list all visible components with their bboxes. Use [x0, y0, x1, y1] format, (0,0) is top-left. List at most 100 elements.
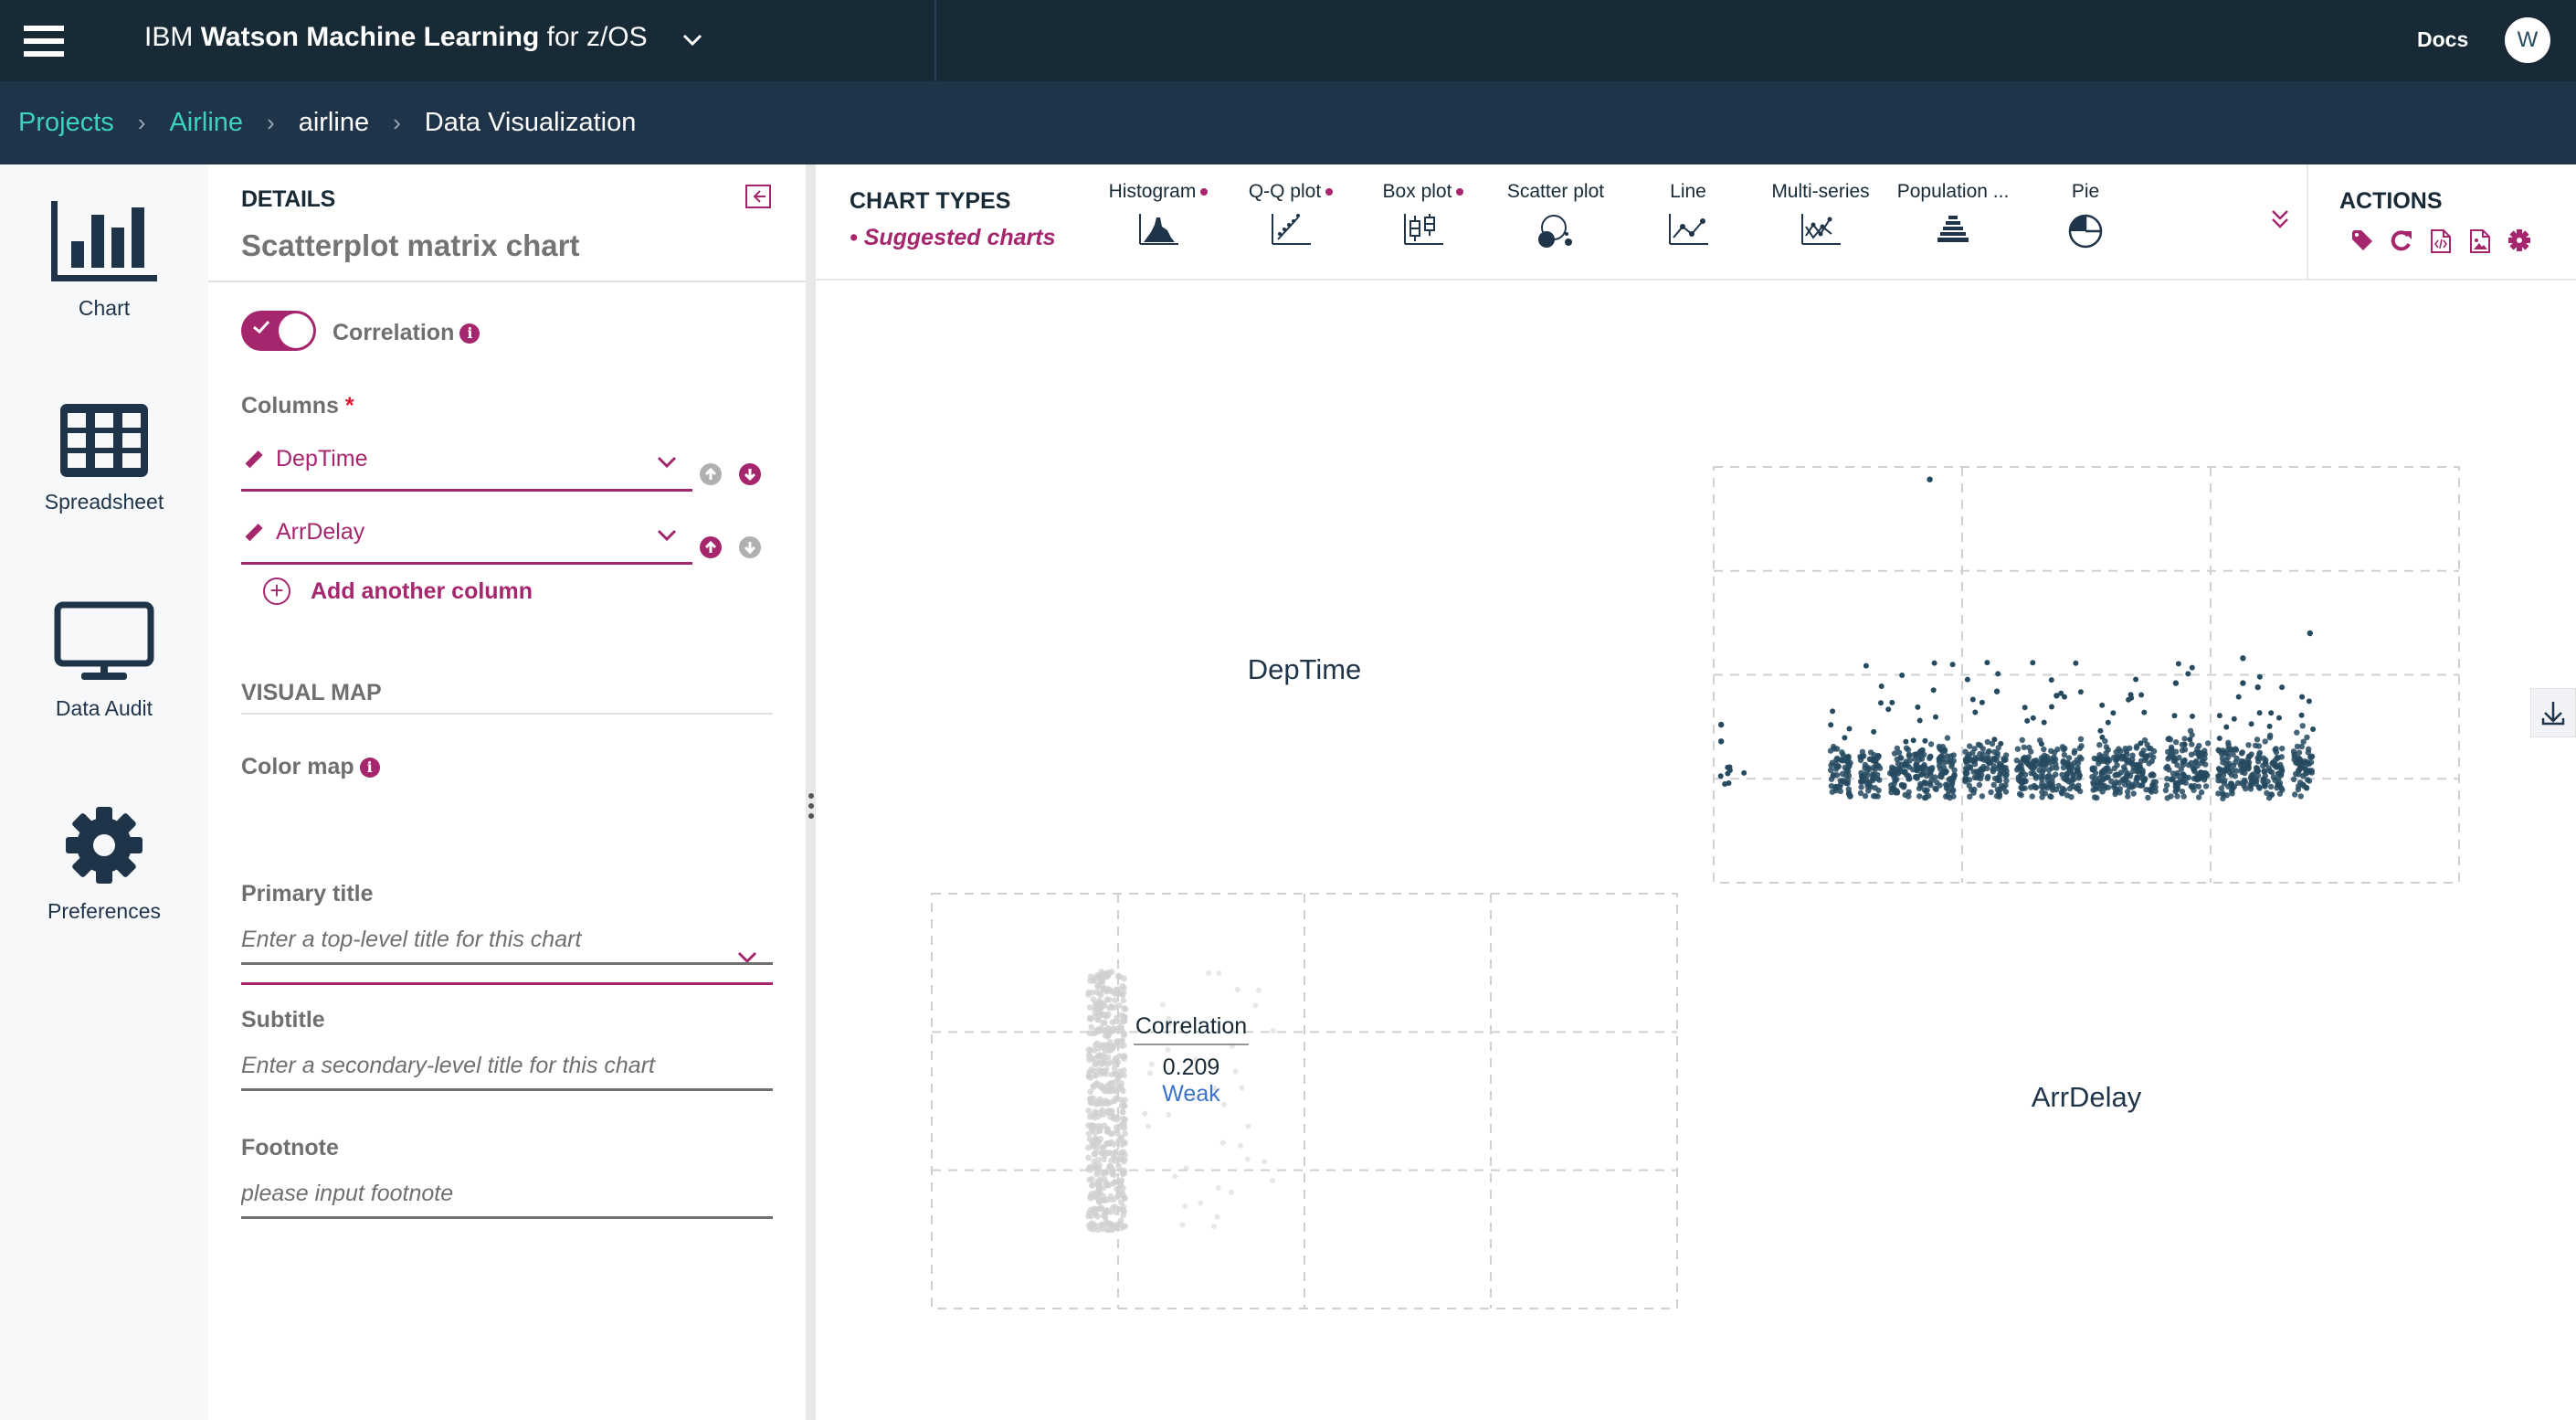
collapse-panel-button[interactable] — [745, 185, 771, 208]
footnote-field[interactable] — [241, 1168, 773, 1219]
column-value: DepTime — [276, 446, 368, 472]
pie-chart-icon — [2068, 214, 2103, 249]
breadcrumb-separator-icon: › — [393, 109, 401, 136]
primary-title-input[interactable] — [241, 914, 773, 953]
data-point-faded — [1107, 1046, 1114, 1054]
chart-type-histogram[interactable]: Histogram — [1094, 181, 1222, 245]
column-select-deptime[interactable]: DepTime — [241, 439, 692, 492]
chart-type-qq-plot[interactable]: Q-Q plot — [1227, 181, 1355, 245]
chart-type-population-pyramid[interactable]: Population ... — [1889, 181, 2017, 245]
correlation-annotation: Correlation 0.209 Weak — [1134, 1013, 1249, 1107]
suggested-charts-legend: • Suggested charts — [850, 225, 1056, 250]
data-point — [1937, 745, 1943, 752]
data-point — [2303, 784, 2309, 791]
data-point-faded — [1111, 1154, 1117, 1161]
data-point — [2138, 740, 2144, 747]
subtitle-input[interactable] — [241, 1040, 773, 1079]
add-column-button[interactable]: + Add another column — [263, 578, 533, 605]
primary-title-field[interactable] — [241, 914, 773, 965]
data-point — [2030, 660, 2036, 666]
move-up-button[interactable] — [700, 536, 722, 558]
avatar[interactable]: W — [2505, 17, 2550, 63]
chart-type-line[interactable]: Line — [1624, 181, 1752, 245]
move-down-button[interactable] — [739, 463, 761, 485]
data-point — [2294, 743, 2301, 750]
data-point — [2041, 746, 2047, 753]
data-point-faded — [1120, 1087, 1126, 1095]
data-point-faded — [1103, 1181, 1111, 1188]
chevron-down-icon[interactable] — [680, 27, 705, 53]
data-point — [1875, 753, 1882, 759]
panel-resize-handle[interactable] — [806, 164, 816, 1420]
data-point — [1974, 774, 1980, 781]
data-point-faded — [1085, 1122, 1092, 1129]
data-point — [1862, 761, 1869, 768]
data-point — [2235, 694, 2242, 700]
data-point — [2089, 774, 2096, 780]
data-point — [2264, 789, 2270, 796]
data-point — [1831, 746, 1838, 752]
data-point-faded — [1122, 1005, 1129, 1012]
data-point — [1937, 773, 1944, 779]
data-point — [2138, 750, 2145, 757]
data-point-faded — [1270, 1028, 1276, 1034]
data-point-faded — [1087, 1015, 1094, 1023]
breadcrumb-airline-project[interactable]: Airline — [169, 108, 243, 138]
data-point-outlier — [2172, 680, 2180, 686]
data-point — [1876, 777, 1883, 783]
hamburger-icon[interactable] — [24, 26, 64, 57]
data-point-faded — [1095, 1198, 1103, 1205]
info-icon[interactable]: i — [459, 323, 480, 344]
data-point — [2295, 786, 2302, 793]
image-file-icon[interactable] — [2469, 228, 2491, 254]
footnote-input[interactable] — [241, 1168, 773, 1207]
data-point — [2001, 784, 2007, 790]
monitor-icon — [54, 601, 154, 680]
data-point-faded — [1106, 986, 1114, 993]
move-down-button-disabled[interactable] — [739, 536, 761, 558]
data-point — [1889, 699, 1895, 705]
chart-type-label: Line — [1670, 181, 1706, 202]
docs-link[interactable]: Docs — [2417, 27, 2468, 52]
double-chevron-down-icon[interactable] — [2270, 208, 2290, 230]
data-point — [2105, 774, 2111, 780]
download-button[interactable] — [2530, 688, 2576, 737]
data-point — [2001, 757, 2008, 764]
data-point — [1900, 783, 1907, 789]
toggle-knob — [279, 313, 313, 348]
data-point — [2048, 747, 2054, 754]
data-point-faded — [1160, 1001, 1167, 1008]
data-point — [1966, 782, 1972, 789]
data-point — [2122, 746, 2128, 752]
refresh-icon[interactable] — [2390, 228, 2413, 252]
chart-type-multi-series[interactable]: Multi-series — [1757, 181, 1884, 245]
nav-item-preferences[interactable]: Preferences — [0, 804, 208, 924]
data-point — [2198, 759, 2205, 767]
correlation-label: Correlation i — [333, 320, 480, 346]
data-point-faded — [1115, 1162, 1123, 1170]
data-point — [2172, 789, 2179, 795]
code-file-icon[interactable] — [2430, 228, 2452, 254]
breadcrumb-projects[interactable]: Projects — [18, 108, 114, 138]
data-point — [1947, 758, 1954, 765]
chart-type-scatter-plot[interactable]: Scatter plot — [1492, 181, 1620, 249]
chart-type-box-plot[interactable]: Box plot — [1359, 181, 1487, 245]
data-point-faded — [1096, 1027, 1103, 1034]
data-point-faded — [1111, 1065, 1118, 1072]
data-point — [1995, 671, 2001, 677]
info-icon[interactable]: i — [359, 758, 380, 779]
subtitle-field[interactable] — [241, 1040, 773, 1091]
correlation-toggle[interactable] — [241, 311, 316, 351]
nav-item-chart[interactable]: Chart — [0, 201, 208, 321]
nav-item-spreadsheet[interactable]: Spreadsheet — [0, 404, 208, 514]
data-point — [1875, 762, 1882, 769]
data-point — [1971, 761, 1979, 768]
nav-item-data-audit[interactable]: Data Audit — [0, 601, 208, 721]
tag-icon[interactable] — [2350, 228, 2374, 252]
settings-icon[interactable] — [2507, 228, 2531, 252]
chart-type-pie[interactable]: Pie — [2022, 181, 2149, 249]
data-point — [2202, 783, 2210, 789]
move-up-button-disabled[interactable] — [700, 463, 722, 485]
column-select-arrdelay[interactable]: ArrDelay — [241, 512, 692, 565]
data-point — [1967, 743, 1973, 749]
